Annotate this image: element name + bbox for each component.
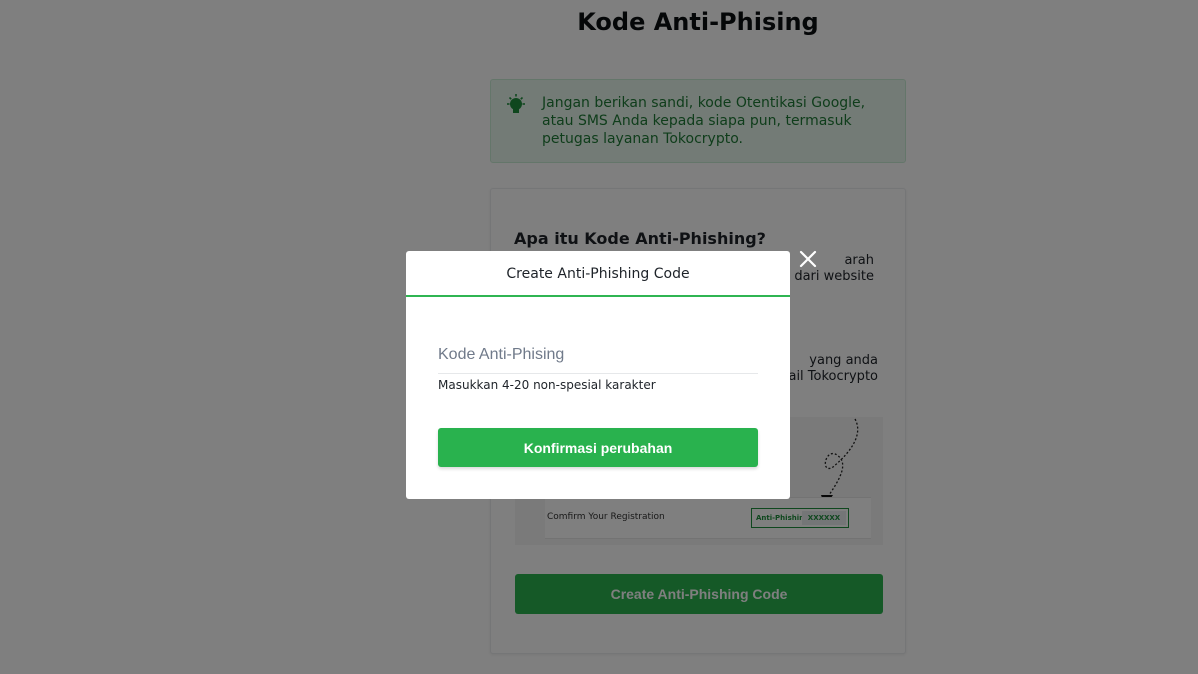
input-hint: Masukkan 4-20 non-spesial karakter — [438, 378, 656, 392]
close-icon[interactable] — [799, 250, 817, 268]
modal-title: Create Anti-Phishing Code — [406, 251, 790, 297]
anti-phishing-code-field — [438, 339, 758, 374]
anti-phishing-code-input[interactable] — [438, 339, 758, 371]
confirm-change-button[interactable]: Konfirmasi perubahan — [438, 428, 758, 467]
create-anti-phishing-modal: Create Anti-Phishing Code Masukkan 4-20 … — [406, 251, 790, 499]
